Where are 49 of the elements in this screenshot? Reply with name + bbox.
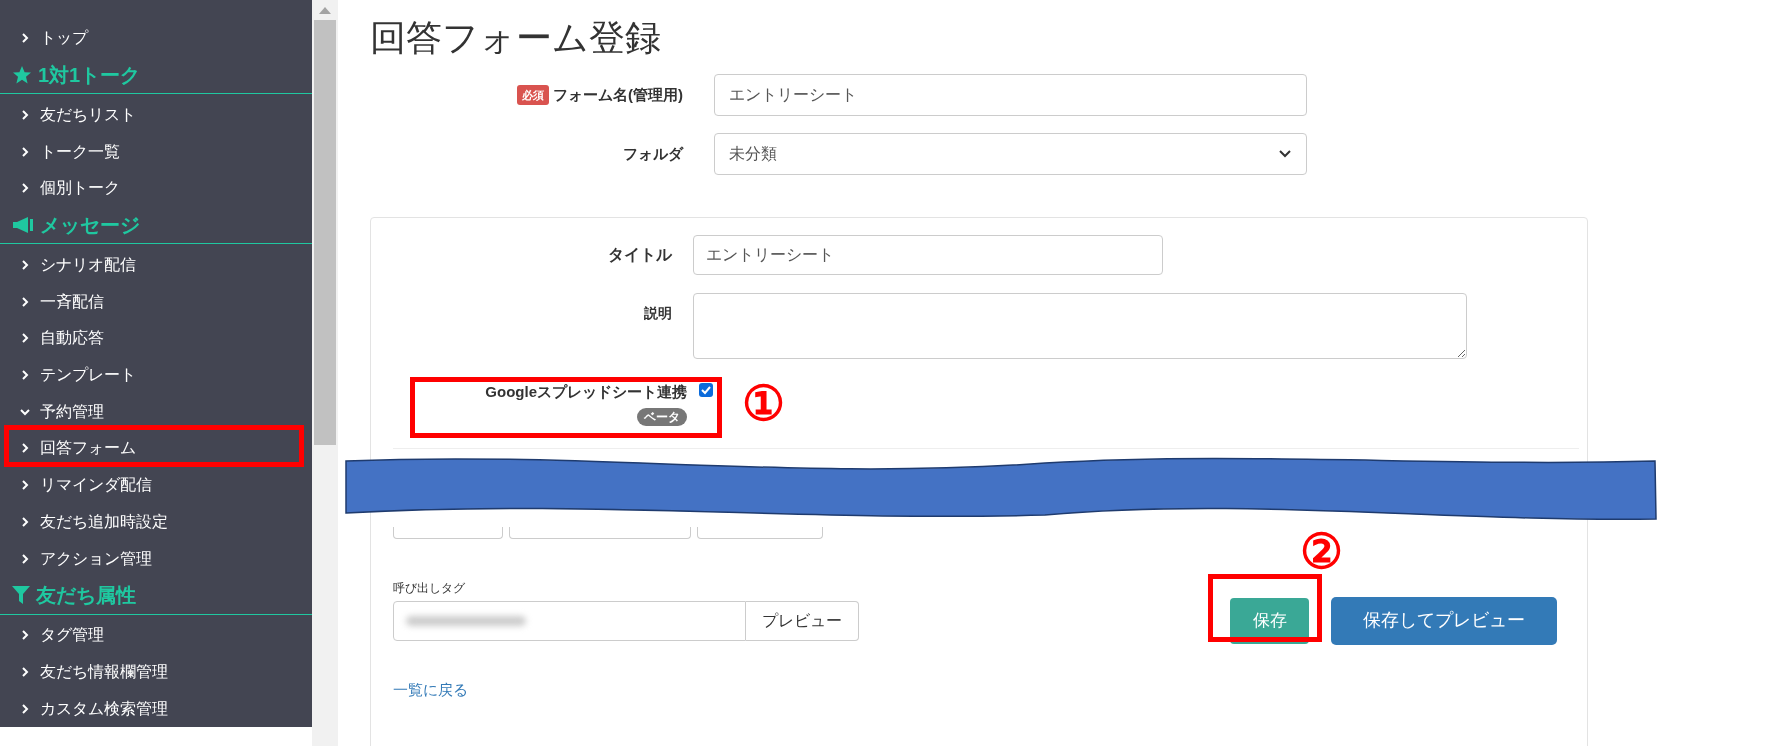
- field-label: 説明: [644, 304, 672, 323]
- sidebar-item[interactable]: テンプレート: [0, 356, 144, 394]
- sidebar-item[interactable]: タグ管理: [0, 616, 112, 654]
- sidebar-item[interactable]: トップ: [0, 20, 96, 57]
- sidebar-item[interactable]: リマインダ配信: [0, 466, 160, 504]
- scroll-up-icon[interactable]: [319, 6, 331, 14]
- description-field[interactable]: [693, 293, 1467, 359]
- sidebar-heading: 1対1トーク: [38, 63, 141, 89]
- sidebar-heading: 友だち属性: [36, 583, 136, 609]
- tab-button[interactable]: [393, 526, 503, 539]
- chevron-down-icon: [1278, 149, 1292, 159]
- checkbox[interactable]: [699, 383, 713, 397]
- sidebar-item[interactable]: 友だち情報欄管理: [0, 653, 176, 691]
- sidebar-item[interactable]: カスタム検索管理: [0, 690, 176, 727]
- sidebar-item[interactable]: 予約管理: [0, 393, 112, 431]
- star-icon: [12, 65, 32, 86]
- title-field[interactable]: エントリーシート: [693, 235, 1163, 275]
- folder-select[interactable]: 未分類: [714, 133, 1307, 175]
- field-label: フォーム名(管理用): [553, 84, 683, 105]
- save-preview-button[interactable]: 保存してプレビュー: [1331, 596, 1557, 645]
- preview-button[interactable]: プレビュー: [746, 600, 859, 641]
- sidebar-item[interactable]: 友だち追加時設定: [0, 503, 176, 541]
- sidebar-item[interactable]: 友だちリスト: [0, 96, 144, 134]
- megaphone-icon: [12, 216, 34, 235]
- tab-button[interactable]: [509, 526, 691, 539]
- scrollbar-thumb[interactable]: [314, 20, 336, 445]
- sidebar-item[interactable]: 自動応答: [0, 319, 112, 357]
- sidebar-item[interactable]: 一斉配信: [0, 283, 112, 320]
- annotation-number: ②: [1300, 526, 1343, 578]
- page-title: 回答フォーム登録: [370, 16, 662, 60]
- back-link[interactable]: 一覧に戻る: [393, 678, 468, 701]
- field-label: タイトル: [608, 245, 672, 265]
- form-name-field[interactable]: エントリーシート: [714, 74, 1307, 116]
- annotation-number: ①: [742, 378, 785, 430]
- required-badge: 必須: [517, 84, 549, 106]
- call-tag-field[interactable]: [393, 600, 746, 641]
- sidebar-item[interactable]: トーク一覧: [0, 133, 128, 170]
- sidebar-item[interactable]: 回答フォーム: [0, 430, 144, 467]
- beta-badge: ベータ: [637, 407, 687, 426]
- field-label: Googleスプレッドシート連携: [485, 382, 687, 402]
- filter-icon: [12, 585, 30, 606]
- sidebar-item[interactable]: アクション管理: [0, 540, 160, 577]
- scrollbar[interactable]: [312, 0, 338, 746]
- sidebar-item[interactable]: 個別トーク: [0, 169, 128, 207]
- sidebar-heading: メッセージ: [40, 213, 140, 239]
- field-label: 呼び出しタグ: [393, 579, 466, 597]
- sidebar-item[interactable]: シナリオ配信: [0, 246, 144, 284]
- tab-button[interactable]: [697, 526, 823, 539]
- field-label: フォルダ: [623, 143, 683, 164]
